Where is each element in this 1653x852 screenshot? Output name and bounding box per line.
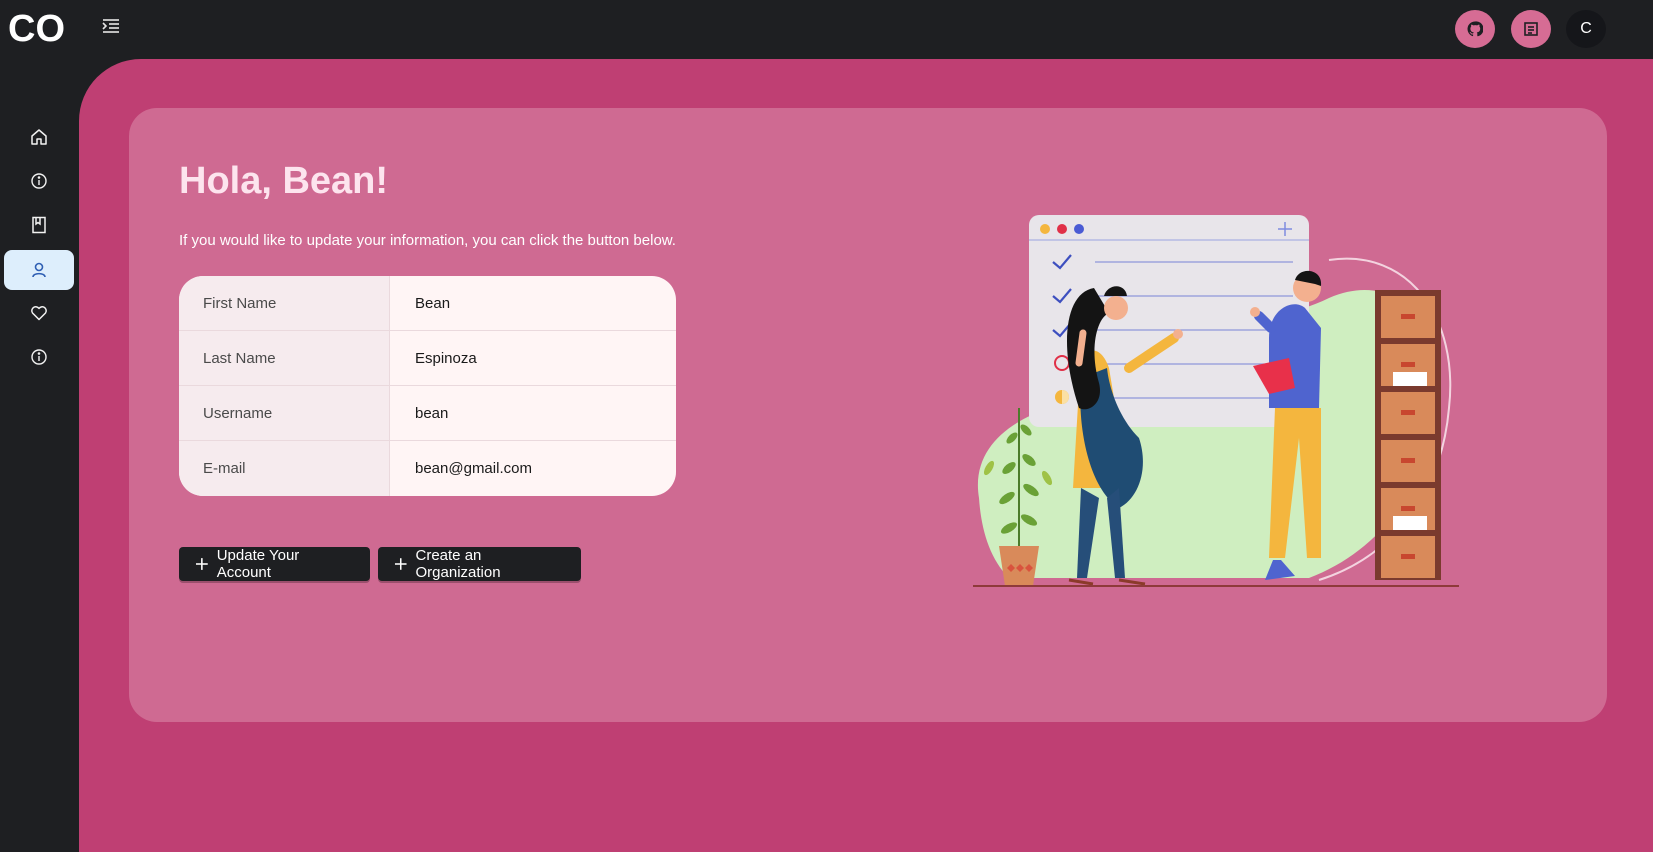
- document-icon: [1524, 22, 1538, 36]
- info-icon: [31, 349, 47, 365]
- first-name-label: First Name: [179, 276, 390, 330]
- email-label: E-mail: [179, 441, 390, 496]
- main-content: Hola, Bean! If you would like to update …: [79, 59, 1653, 852]
- create-organization-label: Create an Organization: [415, 547, 501, 581]
- last-name-value: Espinoza: [415, 349, 477, 367]
- heart-icon: [31, 306, 47, 321]
- github-button[interactable]: [1455, 10, 1495, 48]
- update-account-button[interactable]: Update Your Account: [179, 547, 370, 581]
- file-cabinet: [1375, 290, 1441, 580]
- profile-illustration: [973, 215, 1459, 587]
- sidebar-item-profile[interactable]: [4, 250, 74, 290]
- table-row: E-mail bean@gmail.com: [179, 441, 676, 496]
- logo-line-1: CO: [8, 8, 65, 50]
- docs-button[interactable]: [1511, 10, 1551, 48]
- sidebar-item-favorites[interactable]: [4, 293, 74, 333]
- plus-icon: [394, 558, 407, 570]
- last-name-label: Last Name: [179, 331, 390, 385]
- table-row: Username bean: [179, 386, 676, 441]
- avatar-initial: C: [1580, 20, 1592, 37]
- table-row: Last Name Espinoza: [179, 331, 676, 386]
- sidebar-item-book[interactable]: [4, 205, 74, 245]
- first-name-value: Bean: [415, 294, 451, 312]
- info-icon: [31, 173, 47, 189]
- create-organization-button[interactable]: Create an Organization: [378, 547, 581, 581]
- sidebar-item-home[interactable]: [4, 117, 74, 157]
- page-subtitle: If you would like to update your informa…: [179, 232, 676, 249]
- top-bar: CO RO C: [0, 0, 1653, 96]
- user-icon: [32, 262, 46, 278]
- plus-icon: [195, 558, 208, 570]
- email-value: bean@gmail.com: [415, 460, 532, 477]
- sidebar-item-info[interactable]: [4, 161, 74, 201]
- sidebar: [0, 59, 79, 852]
- user-avatar[interactable]: C: [1566, 10, 1606, 48]
- update-account-label: Update Your Account: [216, 547, 300, 581]
- profile-card: Hola, Bean! If you would like to update …: [129, 108, 1607, 722]
- menu-collapse-icon: [102, 19, 119, 33]
- profile-info-table: First Name Bean Last Name Espinoza Usern…: [179, 276, 676, 496]
- page-title: Hola, Bean!: [179, 160, 389, 202]
- home-icon: [31, 129, 47, 145]
- sidebar-item-about[interactable]: [4, 337, 74, 377]
- username-value: bean: [415, 404, 449, 422]
- table-row: First Name Bean: [179, 276, 676, 331]
- menu-collapse-button[interactable]: [100, 16, 122, 36]
- book-icon: [32, 216, 46, 234]
- github-icon: [1467, 21, 1483, 37]
- username-label: Username: [179, 386, 390, 440]
